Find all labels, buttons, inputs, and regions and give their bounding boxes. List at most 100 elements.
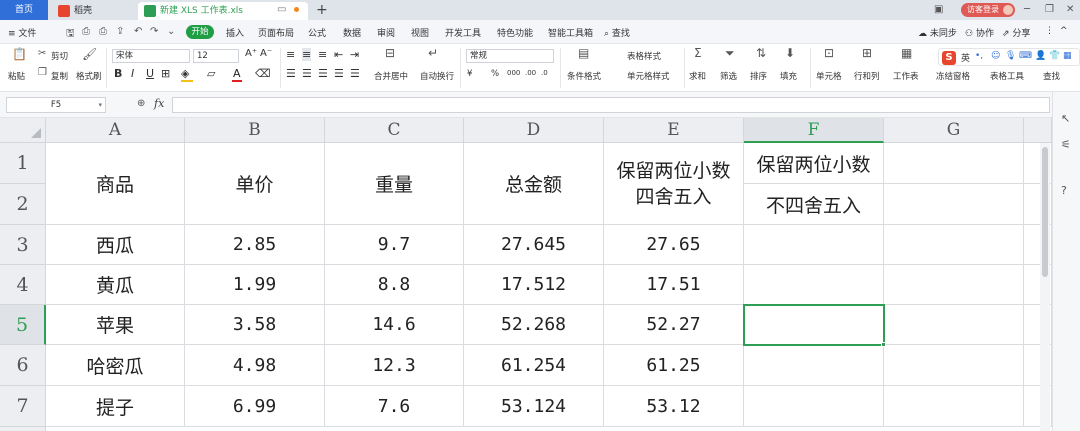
percent-icon[interactable]: % (491, 69, 499, 79)
select-all-corner[interactable] (0, 118, 46, 143)
tab-data[interactable]: 数据 (343, 26, 361, 39)
redo-icon[interactable]: ↷ (150, 26, 158, 37)
cell-b6[interactable]: 4.98 (185, 345, 325, 386)
cell-f2[interactable]: 不四舍五入 (744, 184, 884, 225)
chevron-down-icon[interactable]: ▾ (98, 98, 102, 112)
vertical-scrollbar[interactable] (1040, 143, 1050, 431)
cell-a6[interactable]: 哈密瓜 (46, 345, 185, 386)
cell-d3[interactable]: 27.645 (464, 225, 604, 265)
cell-c3[interactable]: 9.7 (325, 225, 464, 265)
scrollbar-thumb[interactable] (1042, 147, 1048, 277)
cell-d7[interactable]: 53.124 (464, 386, 604, 427)
cell-g3[interactable] (884, 225, 1024, 265)
close-icon[interactable]: ✕ (1066, 0, 1074, 20)
collab-button[interactable]: ⚇ 协作 (965, 26, 994, 39)
number-format-select[interactable]: 常规 (466, 49, 554, 63)
cell-g4[interactable] (884, 265, 1024, 305)
grid-icon[interactable]: ▦ (1063, 51, 1072, 61)
bold-icon[interactable]: B (114, 67, 122, 80)
tab-docer[interactable]: 稻壳 (52, 2, 134, 20)
spreadsheet-grid[interactable]: A B C D E F G 1 2 3 4 5 6 7 商品 单价 重量 总金额… (0, 118, 1052, 431)
user-icon[interactable]: 👤 (1035, 51, 1046, 61)
align-right-icon[interactable]: ☰ (318, 67, 328, 80)
find-button[interactable]: 查找 (1043, 70, 1060, 82)
thousands-icon[interactable]: 000 (507, 69, 520, 77)
table-style-button[interactable]: 表格样式 (627, 50, 661, 62)
row-header-1[interactable]: 1 (0, 143, 46, 184)
help-icon[interactable]: ? (1061, 184, 1067, 197)
tab-insert[interactable]: 插入 (226, 26, 244, 39)
filter-button[interactable]: 筛选 (720, 70, 737, 82)
table-tools-button[interactable]: 表格工具 (990, 70, 1024, 82)
tab-home[interactable]: 首页 (0, 0, 48, 20)
cell-e7[interactable]: 53.12 (604, 386, 744, 427)
column-header-b[interactable]: B (185, 118, 325, 143)
cut-button[interactable]: 剪切 (51, 50, 68, 62)
collapse-ribbon-icon[interactable]: ^ (1060, 26, 1068, 36)
cell-d6[interactable]: 61.254 (464, 345, 604, 386)
ime-language[interactable]: 英 (961, 51, 970, 64)
align-bottom-icon[interactable]: ≡ (318, 48, 327, 61)
cell-g7[interactable] (884, 386, 1024, 427)
font-size-select[interactable]: 12 (193, 49, 239, 63)
conditional-format-button[interactable]: 条件格式 (567, 70, 601, 82)
cell-d4[interactable]: 17.512 (464, 265, 604, 305)
punctuation-icon[interactable]: •, (975, 51, 983, 61)
indent-decrease-icon[interactable]: ⇤ (334, 48, 343, 61)
increase-decimal-icon[interactable]: .00 (525, 69, 536, 77)
cell-d5[interactable]: 52.268 (464, 305, 604, 345)
grow-font-icon[interactable]: A⁺ (245, 48, 257, 59)
maximize-icon[interactable]: ❐ (1045, 0, 1054, 20)
align-left-icon[interactable]: ☰ (286, 67, 296, 80)
cell-e3[interactable]: 27.65 (604, 225, 744, 265)
guest-login-button[interactable]: 访客登录 (961, 3, 1015, 17)
cell-f3[interactable] (744, 225, 884, 265)
undo-icon[interactable]: ↶ (134, 26, 142, 37)
search-button[interactable]: ⌕ 查找 (604, 26, 630, 39)
tab-features[interactable]: 特色功能 (497, 26, 533, 39)
cell-e5[interactable]: 52.27 (604, 305, 744, 345)
tab-review[interactable]: 审阅 (377, 26, 395, 39)
cell-e6[interactable]: 61.25 (604, 345, 744, 386)
font-name-select[interactable]: 宋体 (112, 49, 190, 63)
cell-a1[interactable]: 商品 (46, 143, 185, 225)
share-button[interactable]: ⇗ 分享 (1002, 26, 1030, 39)
row-col-button[interactable]: 行和列 (854, 70, 880, 82)
settings-sliders-icon[interactable]: ⚟ (1061, 138, 1071, 151)
copy-button[interactable]: 复制 (51, 70, 68, 82)
align-top-icon[interactable]: ≡ (286, 48, 295, 61)
cell-b7[interactable]: 6.99 (185, 386, 325, 427)
underline-icon[interactable]: U (146, 67, 154, 80)
row-header-6[interactable]: 6 (0, 345, 46, 386)
cell-style-button[interactable]: 单元格样式 (627, 70, 670, 82)
cell-a3[interactable]: 西瓜 (46, 225, 185, 265)
fill-handle[interactable] (881, 342, 886, 347)
new-tab-button[interactable]: + (316, 0, 328, 20)
cell-f6[interactable] (744, 345, 884, 386)
paste-button[interactable]: 粘贴 (8, 70, 25, 82)
cell-button[interactable]: 单元格 (816, 70, 842, 82)
cell-f1[interactable]: 保留两位小数 (744, 143, 884, 184)
tab-toolbox[interactable]: 智能工具箱 (548, 26, 593, 39)
cell-f7[interactable] (744, 386, 884, 427)
name-box[interactable]: F5 ▾ (6, 97, 106, 113)
minimize-icon[interactable]: ─ (1024, 0, 1030, 20)
menu-file[interactable]: ≡ 文件 (8, 26, 36, 39)
font-color-icon[interactable]: A (233, 67, 241, 80)
border-icon[interactable]: ⊞ (161, 67, 170, 80)
column-header-a[interactable]: A (46, 118, 185, 143)
cell-g1[interactable] (884, 143, 1024, 184)
row-header-7[interactable]: 7 (0, 386, 46, 427)
cell-c7[interactable]: 7.6 (325, 386, 464, 427)
freeze-panes-button[interactable]: 冻结窗格 (936, 70, 970, 82)
paste-icon[interactable]: 📋 (12, 47, 27, 61)
cell-c6[interactable]: 12.3 (325, 345, 464, 386)
cell-b4[interactable]: 1.99 (185, 265, 325, 305)
zoom-icon[interactable]: ⊕ (137, 98, 145, 109)
ime-toolbar[interactable]: S 英 •, ☺ 🎙 ⌨ 👤 👕 ▦ (938, 48, 1080, 66)
row-header-3[interactable]: 3 (0, 225, 46, 265)
merge-center-button[interactable]: 合并居中 (374, 70, 408, 82)
tab-formula[interactable]: 公式 (308, 26, 326, 39)
tab-developer[interactable]: 开发工具 (445, 26, 481, 39)
column-header-d[interactable]: D (464, 118, 604, 143)
